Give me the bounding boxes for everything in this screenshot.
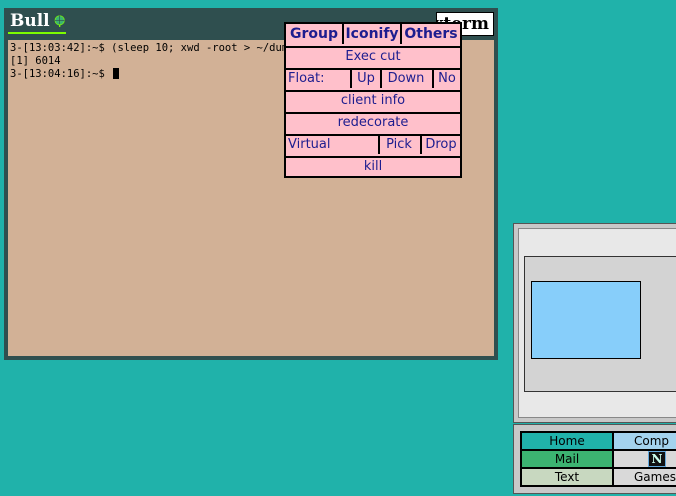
float-no-button[interactable]: No bbox=[432, 68, 460, 88]
window-menu: Group Iconify Others Exec cut Float: Up … bbox=[284, 22, 462, 178]
bull-logo[interactable]: Bull bbox=[8, 10, 66, 34]
menu-row-kill: kill bbox=[286, 156, 460, 176]
client-info-item[interactable]: client info bbox=[286, 90, 460, 110]
menu-row-client-info: client info bbox=[286, 90, 460, 114]
app-panel: Home Comp Mail N Text Games bbox=[520, 431, 676, 487]
terminal-line-2: [1] 6014 bbox=[10, 55, 61, 67]
float-label: Float: bbox=[288, 70, 325, 86]
pager-window-thumbnail[interactable] bbox=[531, 281, 641, 359]
menu-row-float: Float: Up Down No bbox=[286, 68, 460, 92]
exec-cut-item[interactable]: Exec cut bbox=[286, 46, 460, 66]
others-button[interactable]: Others bbox=[400, 24, 460, 44]
mail-button[interactable]: Mail bbox=[522, 451, 612, 467]
virtual-pick-button[interactable]: Pick bbox=[378, 134, 418, 154]
home-button[interactable]: Home bbox=[522, 433, 612, 449]
netscape-icon: N bbox=[648, 451, 666, 467]
float-up-button[interactable]: Up bbox=[350, 68, 380, 88]
group-button[interactable]: Group bbox=[286, 24, 342, 44]
netscape-button[interactable]: N bbox=[614, 451, 676, 467]
bull-logo-text: Bull bbox=[10, 11, 50, 31]
float-down-button[interactable]: Down bbox=[380, 68, 430, 88]
menu-row-top: Group Iconify Others bbox=[286, 24, 460, 48]
iconify-button[interactable]: Iconify bbox=[342, 24, 400, 44]
virtual-label: Virtual bbox=[288, 136, 331, 152]
tree-icon bbox=[54, 15, 65, 28]
text-cursor bbox=[113, 68, 120, 79]
comp-button[interactable]: Comp bbox=[614, 433, 676, 449]
menu-row-exec: Exec cut bbox=[286, 46, 460, 70]
menu-row-virtual: Virtual Pick Drop bbox=[286, 134, 460, 158]
redecorate-item[interactable]: redecorate bbox=[286, 112, 460, 132]
terminal-line-1: 3-[13:03:42]:~$ (sleep 10; xwd -root > ~… bbox=[10, 42, 301, 54]
games-button[interactable]: Games bbox=[614, 469, 676, 485]
text-button[interactable]: Text bbox=[522, 469, 612, 485]
terminal-line-3: 3-[13:04:16]:~$ bbox=[10, 68, 112, 80]
virtual-drop-button[interactable]: Drop bbox=[420, 134, 460, 154]
kill-item[interactable]: kill bbox=[286, 156, 460, 176]
menu-row-redecorate: redecorate bbox=[286, 112, 460, 136]
